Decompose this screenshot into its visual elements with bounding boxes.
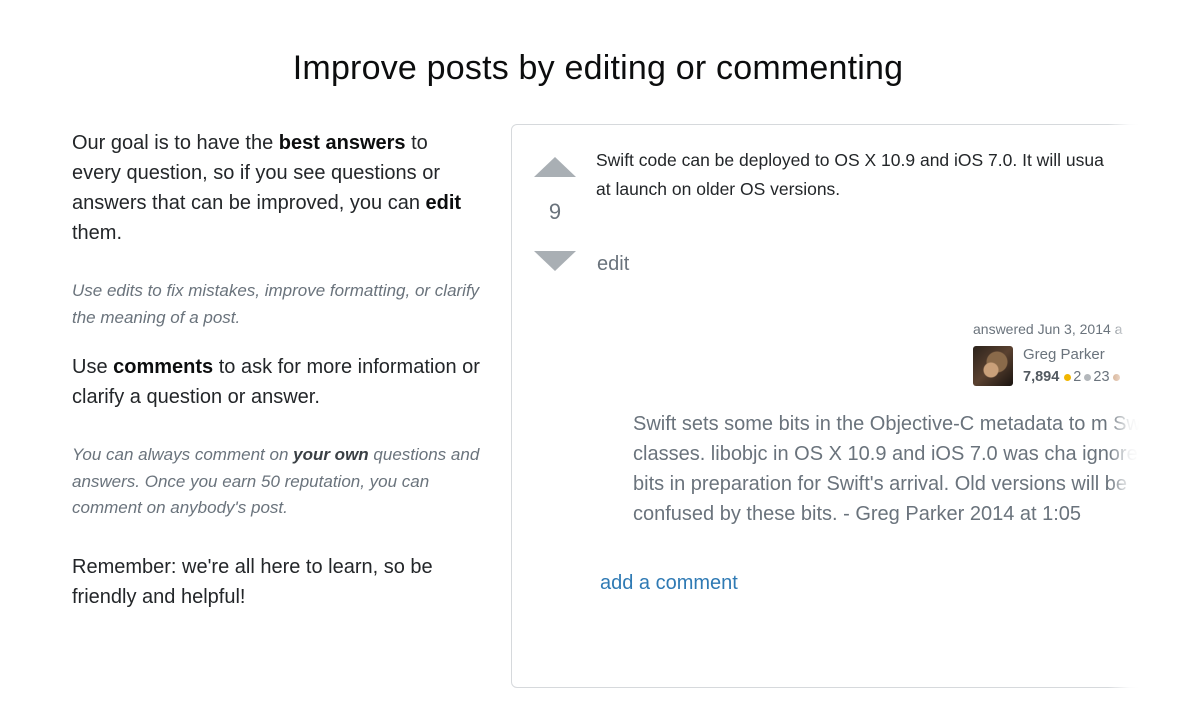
user-name-link[interactable]: Greg Parker bbox=[1023, 346, 1105, 363]
guide-text: Our goal is to have the best answers to … bbox=[72, 128, 482, 612]
add-comment-link[interactable]: add a comment bbox=[600, 572, 738, 595]
answered-timestamp: answered Jun 3, 2014 a bbox=[973, 321, 1123, 337]
guide-text-span: You can always comment on bbox=[72, 445, 294, 464]
gold-badge-icon bbox=[1064, 373, 1072, 381]
page-title: Improve posts by editing or commenting bbox=[292, 48, 904, 87]
user-reputation: 7,894 2 23 bbox=[1023, 369, 1122, 385]
guide-paragraph-edits: Use edits to fix mistakes, improve forma… bbox=[72, 281, 480, 327]
bronze-badge-icon bbox=[1112, 373, 1120, 381]
guide-emphasis-your-own: your own bbox=[293, 445, 369, 464]
silver-badge-count: 23 bbox=[1093, 369, 1110, 385]
post-body-line: at launch on older OS versions. bbox=[596, 179, 841, 199]
guide-paragraph-remember: Remember: we're all here to learn, so be… bbox=[72, 555, 433, 608]
example-post-card: 9 Swift code can be deployed to OS X 10.… bbox=[511, 124, 1153, 688]
vote-count: 9 bbox=[548, 199, 562, 224]
guide-text-span: Use bbox=[72, 356, 114, 378]
edit-link[interactable]: edit bbox=[597, 253, 629, 276]
gold-badge-count: 2 bbox=[1073, 369, 1082, 385]
guide-paragraph-reputation: You can always comment on your own quest… bbox=[72, 442, 482, 522]
post-body-line: Swift code can be deployed to OS X 10.9 … bbox=[596, 150, 1104, 170]
silver-badge-icon bbox=[1084, 373, 1092, 381]
comment-text: Swift sets some bits in the Objective-C … bbox=[633, 413, 1153, 525]
guide-emphasis-best-answers: best answers bbox=[278, 132, 406, 154]
reputation-score: 7,894 bbox=[1023, 369, 1060, 385]
guide-text-span: Our goal is to have the bbox=[72, 132, 279, 154]
post-body: Swift code can be deployed to OS X 10.9 … bbox=[596, 146, 1152, 204]
guide-text-span: them. bbox=[72, 222, 123, 244]
upvote-arrow-icon[interactable] bbox=[534, 157, 576, 177]
guide-paragraph-comments: Use comments to ask for more information… bbox=[72, 352, 482, 412]
guide-emphasis-comments: comments bbox=[113, 356, 214, 378]
guide-emphasis-edit: edit bbox=[425, 192, 462, 214]
avatar[interactable] bbox=[973, 346, 1013, 386]
downvote-arrow-icon[interactable] bbox=[534, 251, 576, 271]
guide-paragraph-goal: Our goal is to have the best answers to … bbox=[72, 128, 482, 248]
